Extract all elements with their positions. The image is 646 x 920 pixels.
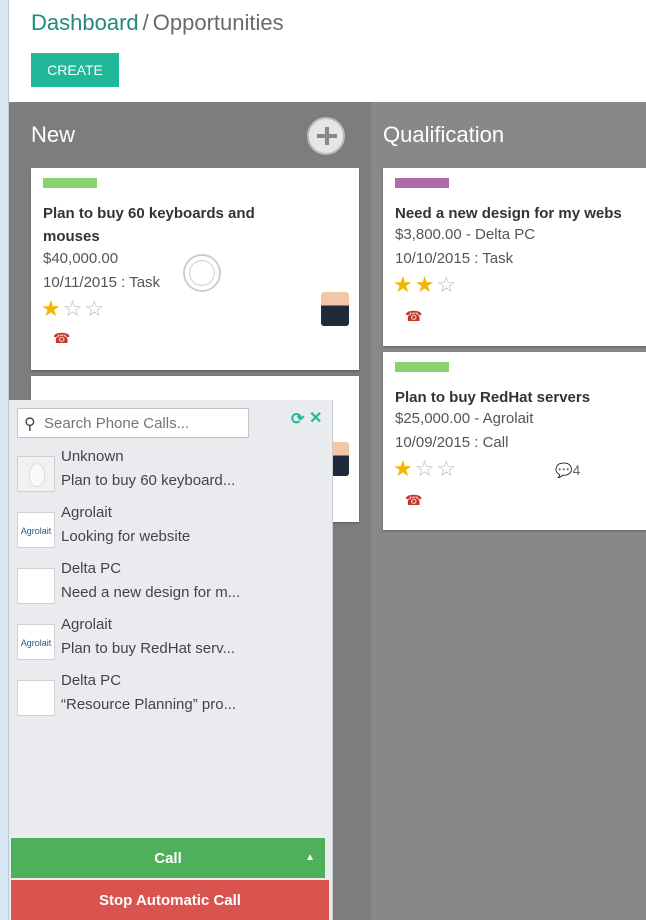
- call-list-item[interactable]: Delta PC “Resource Planning” pro...: [17, 672, 317, 724]
- card-title: Need a new design for my webs: [395, 205, 622, 222]
- star-filled-icon[interactable]: ★: [393, 456, 415, 481]
- card-amount: $25,000.00 - Agrolait: [395, 410, 534, 427]
- breadcrumb-current: Opportunities: [152, 10, 284, 35]
- phone-icon[interactable]: ☎: [53, 330, 70, 347]
- call-name: Unknown: [61, 448, 124, 465]
- call-name: Agrolait: [61, 616, 112, 633]
- breadcrumb: Dashboard / Opportunities: [31, 10, 284, 36]
- card-amount: $3,800.00 - Delta PC: [395, 226, 536, 243]
- card-title-line: Plan to buy 60 keyboards and: [43, 205, 255, 222]
- agrolait-logo: Agrolait: [17, 512, 55, 548]
- card-activity: 10/11/2015 : Task: [43, 274, 161, 291]
- call-button[interactable]: Call ▲: [11, 838, 325, 878]
- loading-spinner-icon: [185, 256, 219, 290]
- call-description: Need a new design for m...: [61, 584, 241, 601]
- quick-add-icon[interactable]: [307, 117, 345, 155]
- delta-pc-logo: [17, 680, 55, 716]
- card-activity: 10/09/2015 : Call: [395, 434, 509, 451]
- breadcrumb-separator: /: [142, 10, 149, 35]
- priority-stars[interactable]: ★★☆: [393, 272, 458, 298]
- star-filled-icon[interactable]: ★: [41, 296, 63, 321]
- star-empty-icon[interactable]: ☆: [436, 456, 458, 481]
- call-name: Delta PC: [61, 672, 122, 689]
- kanban-card[interactable]: Need a new design for my webs $3,800.00 …: [383, 168, 646, 346]
- avatar: [321, 292, 349, 326]
- refresh-icon[interactable]: ⟳: [291, 409, 304, 429]
- call-name: Agrolait: [61, 504, 112, 521]
- star-empty-icon[interactable]: ☆: [63, 296, 85, 321]
- comments-icon: 💬: [555, 462, 573, 478]
- column-title-qualification: Qualification: [383, 122, 505, 147]
- color-tag: [43, 178, 97, 188]
- call-button-label: Call: [154, 849, 182, 867]
- color-tag: [395, 362, 449, 372]
- kanban-card[interactable]: Plan to buy RedHat servers $25,000.00 - …: [383, 352, 646, 530]
- app-frame: Dashboard / Opportunities CREATE New Plan …: [8, 0, 646, 920]
- breadcrumb-dashboard-link[interactable]: Dashboard: [31, 10, 139, 35]
- star-filled-icon[interactable]: ★: [415, 272, 437, 297]
- phone-icon[interactable]: ☎: [405, 308, 422, 325]
- color-tag: [395, 178, 449, 188]
- search-input[interactable]: [44, 412, 244, 434]
- message-count-value: 4: [572, 462, 581, 478]
- delta-pc-logo: [17, 568, 55, 604]
- unknown-avatar-icon: [17, 456, 55, 492]
- phone-calls-panel: ⚲ ⟳ ✕ Unknown Plan to buy 60 keyboard...…: [9, 400, 333, 920]
- star-empty-icon[interactable]: ☆: [436, 272, 458, 297]
- star-filled-icon[interactable]: ★: [393, 272, 415, 297]
- call-description: Plan to buy RedHat serv...: [61, 640, 235, 657]
- priority-stars[interactable]: ★☆☆: [393, 456, 458, 482]
- column-qualification: Qualification Need a new design for my w…: [371, 102, 646, 920]
- card-title-line: mouses: [43, 228, 100, 245]
- card-activity: 10/10/2015 : Task: [395, 250, 514, 267]
- call-list-item[interactable]: Delta PC Need a new design for m...: [17, 560, 317, 612]
- stop-automatic-call-button[interactable]: Stop Automatic Call: [11, 880, 329, 920]
- close-icon[interactable]: ✕: [309, 408, 322, 428]
- phone-icon[interactable]: ☎: [405, 492, 422, 509]
- column-title-new: New: [31, 122, 76, 147]
- message-count[interactable]: 💬4: [555, 462, 580, 479]
- star-empty-icon[interactable]: ☆: [415, 456, 437, 481]
- card-title: Plan to buy 60 keyboards and mouses: [43, 202, 255, 248]
- star-empty-icon[interactable]: ☆: [84, 296, 106, 321]
- create-button[interactable]: CREATE: [31, 53, 119, 87]
- priority-stars[interactable]: ★☆☆: [41, 296, 106, 322]
- call-list-item[interactable]: Agrolait Agrolait Plan to buy RedHat ser…: [17, 616, 317, 668]
- call-description: Looking for website: [61, 528, 191, 545]
- call-description: Plan to buy 60 keyboard...: [61, 472, 236, 489]
- caret-up-icon[interactable]: ▲: [305, 852, 315, 863]
- call-list-item[interactable]: Unknown Plan to buy 60 keyboard...: [17, 448, 317, 500]
- card-amount: $40,000.00: [43, 250, 119, 267]
- search-icon: ⚲: [24, 416, 36, 433]
- call-name: Delta PC: [61, 560, 122, 577]
- call-list-item[interactable]: Agrolait Agrolait Looking for website: [17, 504, 317, 556]
- control-panel: Dashboard / Opportunities CREATE: [9, 0, 646, 102]
- call-description: “Resource Planning” pro...: [61, 696, 237, 713]
- card-title: Plan to buy RedHat servers: [395, 389, 591, 406]
- agrolait-logo: Agrolait: [17, 624, 55, 660]
- search-box[interactable]: ⚲: [17, 408, 249, 438]
